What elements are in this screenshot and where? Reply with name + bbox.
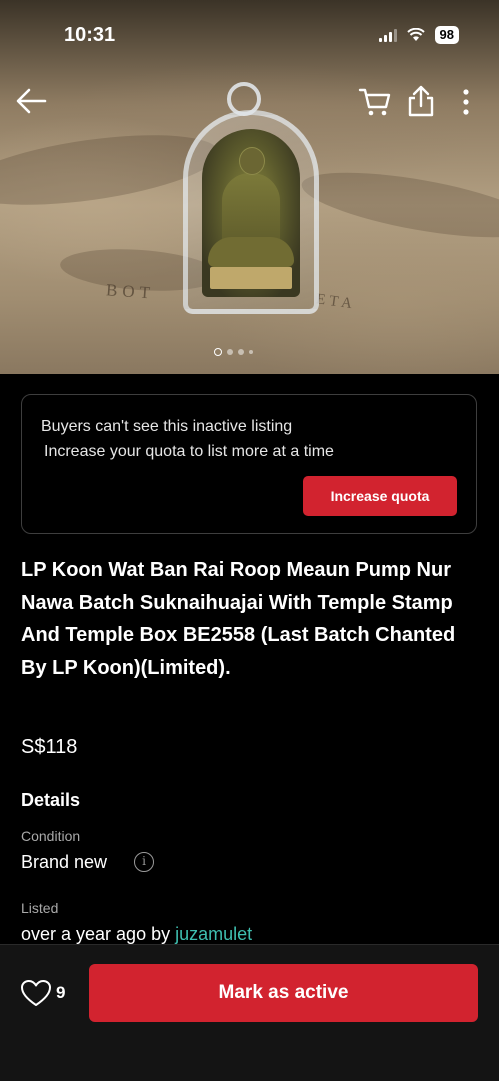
- info-icon[interactable]: i: [134, 852, 154, 872]
- inactive-listing-notice: Buyers can't see this inactive listing I…: [21, 394, 477, 534]
- pagination-dot-active[interactable]: [214, 348, 222, 356]
- like-button[interactable]: 9: [20, 979, 65, 1007]
- listing-price: S$118: [21, 736, 78, 758]
- listed-value: over a year ago by juzamulet: [21, 924, 252, 945]
- back-button[interactable]: [14, 86, 48, 116]
- monk-head: [239, 147, 265, 175]
- pagination-dot[interactable]: [249, 350, 253, 354]
- condition-label: Condition: [21, 828, 81, 844]
- pagination-dot[interactable]: [238, 349, 244, 355]
- back-arrow-icon: [16, 88, 47, 114]
- listing-title: LP Koon Wat Ban Rai Roop Meaun Pump Nur …: [21, 559, 456, 679]
- wifi-icon: [406, 28, 425, 41]
- listed-prefix: over a year ago by: [21, 924, 176, 944]
- seller-link[interactable]: juzamulet: [175, 924, 252, 944]
- listed-label: Listed: [21, 900, 59, 916]
- notice-message: Buyers can't see this inactive listing: [41, 418, 293, 435]
- share-button[interactable]: [406, 84, 436, 118]
- photo-bag-print-right: ETA: [315, 291, 357, 313]
- product-photo[interactable]: BOT ETA 10:31 98: [0, 0, 499, 374]
- amulet-case: [183, 110, 319, 314]
- battery-indicator: 98: [434, 26, 459, 44]
- monk-lap: [208, 237, 294, 267]
- photo-pagination[interactable]: [214, 348, 253, 356]
- heart-icon: [21, 980, 51, 1006]
- cellular-signal-icon: [378, 28, 397, 42]
- amulet-figure: [202, 129, 300, 297]
- cart-button[interactable]: [358, 86, 392, 118]
- cloth-fold: [297, 159, 499, 251]
- pagination-dot[interactable]: [227, 349, 233, 355]
- status-icons: 98: [378, 26, 459, 44]
- bottom-action-bar: 9 Mark as active: [0, 944, 499, 1081]
- cart-icon: [358, 88, 391, 116]
- amulet-base: [210, 267, 292, 289]
- details-heading: Details: [21, 790, 81, 810]
- mark-as-active-button[interactable]: Mark as active: [89, 964, 478, 1022]
- condition-value: Brand new: [21, 852, 108, 872]
- like-count: 9: [56, 983, 66, 1002]
- more-options-button[interactable]: [456, 86, 476, 118]
- share-icon: [408, 85, 434, 117]
- notice-hint: Increase your quota to list more at a ti…: [44, 443, 334, 460]
- photo-bag-print-left: BOT: [105, 280, 156, 303]
- increase-quota-button[interactable]: Increase quota: [303, 476, 457, 516]
- more-vertical-icon: [463, 89, 469, 115]
- status-time: 10:31: [64, 24, 116, 46]
- amulet-image: [183, 82, 319, 314]
